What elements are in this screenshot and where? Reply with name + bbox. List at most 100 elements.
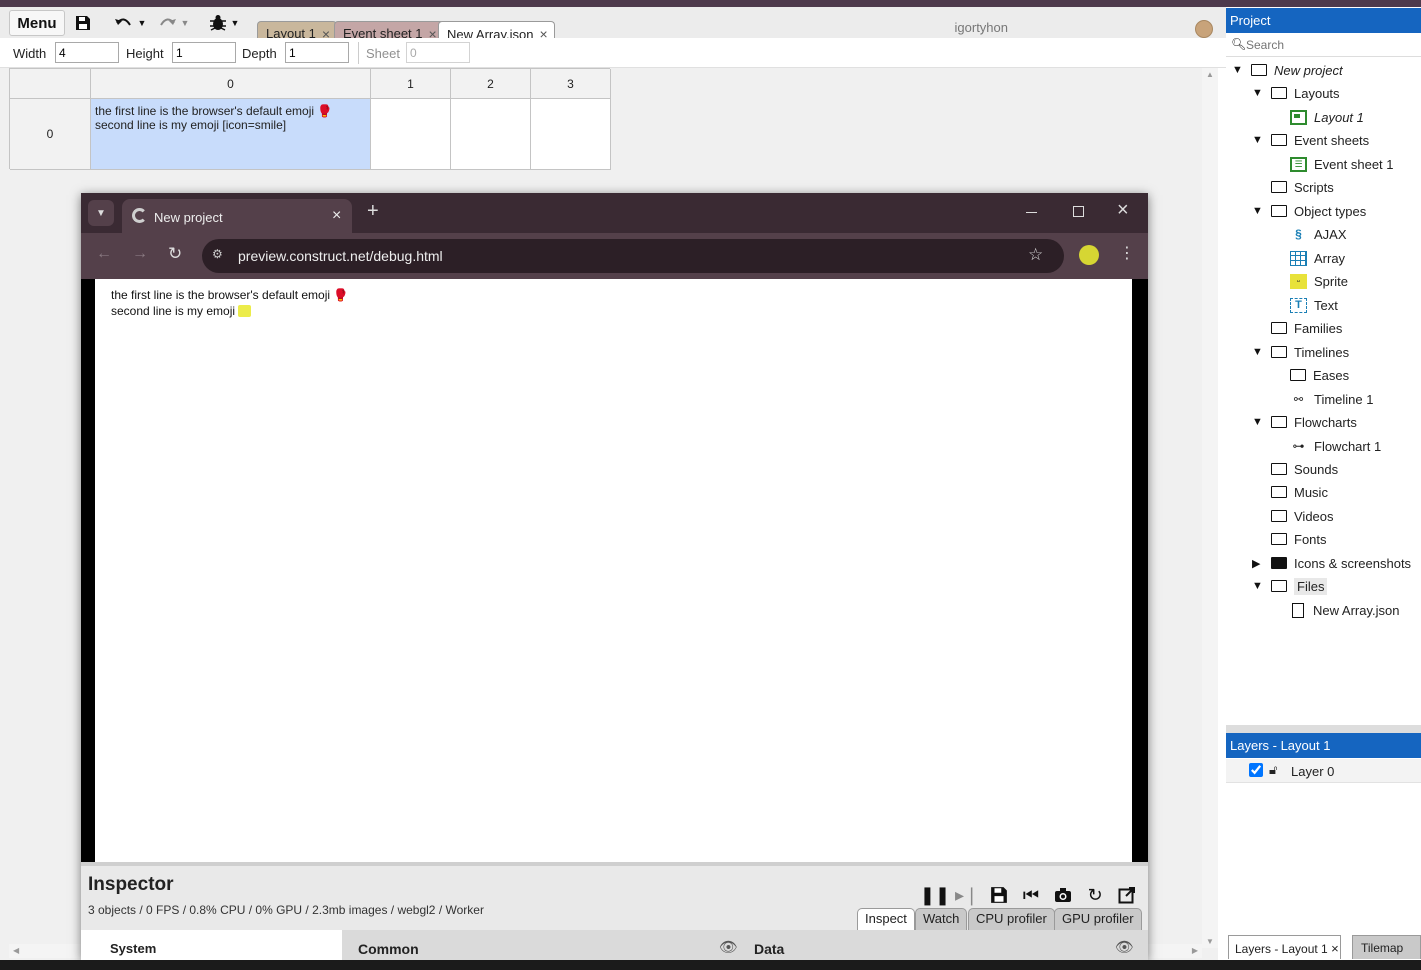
layer-visible-checkbox[interactable] — [1249, 763, 1263, 777]
step-icon[interactable]: ▸❘ — [955, 884, 979, 906]
site-settings-icon[interactable]: ⚙ — [212, 247, 223, 261]
forward-icon[interactable]: → — [132, 245, 148, 263]
project-search[interactable]: 🔍︎ — [1226, 33, 1421, 57]
scroll-up-icon[interactable]: ▲ — [1206, 70, 1214, 79]
column-header[interactable]: 2 — [451, 69, 531, 99]
sheet-field[interactable] — [406, 42, 470, 63]
panel-splitter[interactable] — [1226, 725, 1421, 733]
scroll-down-icon[interactable]: ▼ — [1206, 937, 1214, 946]
popout-icon[interactable] — [1116, 884, 1138, 906]
expand-arrow-icon[interactable]: ▼ — [1252, 205, 1264, 217]
tab-cpu-profiler[interactable]: CPU profiler — [968, 908, 1055, 930]
collapse-arrow-icon[interactable]: ▶ — [1252, 557, 1264, 570]
height-field[interactable] — [172, 42, 236, 63]
tree-item-new-array-json[interactable]: New Array.json — [1290, 599, 1399, 621]
save-icon[interactable] — [72, 10, 94, 36]
bottom-tab-layers[interactable]: Layers - Layout 1 × — [1228, 935, 1341, 959]
unlock-icon[interactable]: 🔓︎ — [1269, 762, 1277, 778]
vertical-scrollbar[interactable]: ▲ ▼ — [1202, 68, 1218, 948]
close-icon[interactable]: × — [1331, 941, 1339, 956]
tab-gpu-profiler[interactable]: GPU profiler — [1054, 908, 1142, 930]
tree-item-timelines[interactable]: ▼ Timelines — [1252, 341, 1349, 363]
profile-icon[interactable] — [1079, 245, 1099, 265]
tree-item-files[interactable]: ▼ Files — [1252, 575, 1328, 597]
avatar[interactable] — [1195, 20, 1213, 38]
section-system[interactable]: System — [110, 941, 156, 956]
minimize-icon[interactable] — [1026, 212, 1037, 213]
array-cell[interactable] — [531, 99, 611, 170]
tree-item-families[interactable]: Families — [1271, 317, 1342, 339]
tree-item-music[interactable]: Music — [1271, 481, 1328, 503]
tree-item-event-sheet-1[interactable]: ☰ Event sheet 1 — [1290, 153, 1394, 175]
tree-item-sprite[interactable]: ᵕ Sprite — [1290, 270, 1348, 292]
tree-item-array[interactable]: Array — [1290, 247, 1345, 269]
tab-watch[interactable]: Watch — [915, 908, 968, 930]
maximize-icon[interactable] — [1073, 206, 1084, 217]
tree-item-layout-1[interactable]: Layout 1 — [1290, 106, 1364, 128]
close-window-icon[interactable]: × — [1117, 199, 1129, 222]
scroll-right-icon[interactable]: ▶ — [1192, 946, 1198, 955]
tree-item-layouts[interactable]: ▼ Layouts — [1252, 82, 1340, 104]
expand-arrow-icon[interactable]: ▼ — [1252, 580, 1264, 592]
tree-item-timeline-1[interactable]: ⚯ Timeline 1 — [1290, 388, 1374, 410]
tree-item-event-sheets[interactable]: ▼ Event sheets — [1252, 129, 1369, 151]
column-header[interactable]: 0 — [91, 69, 371, 99]
eye-icon[interactable]: 👁 — [1115, 938, 1134, 956]
width-field[interactable] — [55, 42, 119, 63]
game-canvas[interactable]: the first line is the browser's default … — [95, 279, 1132, 862]
expand-arrow-icon[interactable]: ▼ — [1232, 64, 1244, 76]
array-cell[interactable] — [371, 99, 451, 170]
reload-icon[interactable]: ↻ — [168, 244, 182, 264]
search-input[interactable] — [1246, 36, 1416, 54]
array-cell-selected[interactable]: the first line is the browser's default … — [91, 99, 371, 170]
game-text-line: second line is my emoji — [111, 304, 236, 318]
tree-item-text[interactable]: T Text — [1290, 294, 1338, 316]
load-state-icon[interactable]: ⏮ — [1020, 884, 1042, 906]
tree-item-flowchart-1[interactable]: ⊶ Flowchart 1 — [1290, 435, 1382, 457]
save-state-icon[interactable] — [988, 884, 1010, 906]
tree-item-sounds[interactable]: Sounds — [1271, 458, 1338, 480]
tree-item-flowcharts[interactable]: ▼ Flowcharts — [1252, 411, 1357, 433]
tab-search-icon[interactable]: ▼ — [88, 200, 114, 226]
tree-item-new-project[interactable]: ▼ New project — [1232, 59, 1343, 81]
tree-item-ajax[interactable]: § AJAX — [1290, 223, 1346, 245]
eye-icon[interactable]: 👁 — [719, 938, 738, 956]
bottom-tab-tilemap[interactable]: Tilemap — [1352, 935, 1421, 959]
back-icon[interactable]: ← — [96, 245, 112, 263]
bookmark-star-icon[interactable]: ☆ — [1028, 245, 1043, 265]
expand-arrow-icon[interactable]: ▼ — [1252, 346, 1264, 358]
more-menu-icon[interactable]: ⋮ — [1119, 243, 1135, 263]
sprite-icon: ᵕ — [1290, 273, 1307, 289]
tree-item-videos[interactable]: Videos — [1271, 505, 1334, 527]
browser-tab[interactable]: New project × — [122, 199, 352, 233]
redo-icon[interactable]: ▼ — [155, 10, 191, 36]
expand-arrow-icon[interactable]: ▼ — [1252, 87, 1264, 99]
column-header[interactable]: 1 — [371, 69, 451, 99]
scroll-left-icon[interactable]: ◀ — [13, 946, 19, 955]
url-field[interactable]: ⚙ preview.construct.net/debug.html ☆ — [202, 239, 1064, 273]
tree-item-fonts[interactable]: Fonts — [1271, 528, 1327, 550]
restart-icon[interactable]: ↻ — [1084, 884, 1106, 906]
tree-item-eases[interactable]: Eases — [1290, 364, 1349, 386]
row-header[interactable]: 0 — [10, 99, 91, 170]
tree-item-icons-screenshots[interactable]: ▶ Icons & screenshots — [1252, 552, 1411, 574]
undo-icon[interactable]: ▼ — [112, 10, 148, 36]
array-cell[interactable] — [451, 99, 531, 170]
menu-button[interactable]: Menu — [9, 10, 65, 36]
close-icon[interactable]: × — [332, 207, 341, 225]
screenshot-icon[interactable] — [1052, 884, 1074, 906]
username[interactable]: igortyhon — [955, 20, 1008, 35]
expand-arrow-icon[interactable]: ▼ — [1252, 416, 1264, 428]
pause-icon[interactable]: ❚❚ — [920, 884, 950, 906]
new-tab-icon[interactable]: + — [367, 200, 379, 223]
column-header[interactable]: 3 — [531, 69, 611, 99]
layer-row[interactable]: 🔓︎ Layer 0 — [1226, 759, 1421, 783]
expand-arrow-icon[interactable]: ▼ — [1252, 134, 1264, 146]
tree-label: Videos — [1294, 508, 1334, 524]
tree-label: Icons & screenshots — [1294, 555, 1412, 571]
tab-inspect[interactable]: Inspect — [857, 908, 915, 930]
tree-item-object-types[interactable]: ▼ Object types — [1252, 200, 1366, 222]
tree-item-scripts[interactable]: Scripts — [1271, 176, 1334, 198]
debug-bug-icon[interactable]: ▼ — [206, 10, 242, 36]
depth-field[interactable] — [285, 42, 349, 63]
